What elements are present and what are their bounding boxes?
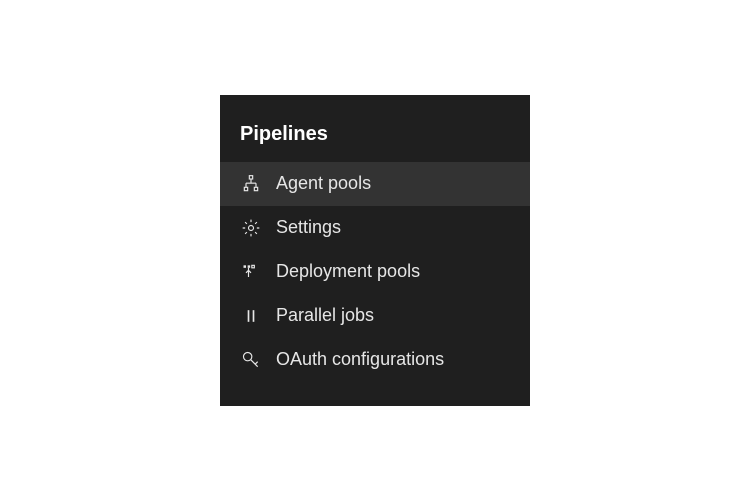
sidebar-title: Pipelines [220, 115, 530, 162]
sidebar-item-oauth-configurations[interactable]: OAuth configurations [220, 338, 530, 382]
gear-icon [240, 217, 262, 239]
sidebar: Pipelines Agent pools Settings [220, 95, 530, 406]
sidebar-item-label: Settings [276, 217, 341, 238]
sidebar-item-label: Agent pools [276, 173, 371, 194]
sidebar-item-label: Deployment pools [276, 261, 420, 282]
sidebar-item-label: Parallel jobs [276, 305, 374, 326]
key-icon [240, 349, 262, 371]
sidebar-item-agent-pools[interactable]: Agent pools [220, 162, 530, 206]
sidebar-item-label: OAuth configurations [276, 349, 444, 370]
sidebar-item-parallel-jobs[interactable]: Parallel jobs [220, 294, 530, 338]
parallel-jobs-icon [240, 305, 262, 327]
agent-pools-icon [240, 173, 262, 195]
deployment-pools-icon [240, 261, 262, 283]
sidebar-item-settings[interactable]: Settings [220, 206, 530, 250]
sidebar-item-deployment-pools[interactable]: Deployment pools [220, 250, 530, 294]
